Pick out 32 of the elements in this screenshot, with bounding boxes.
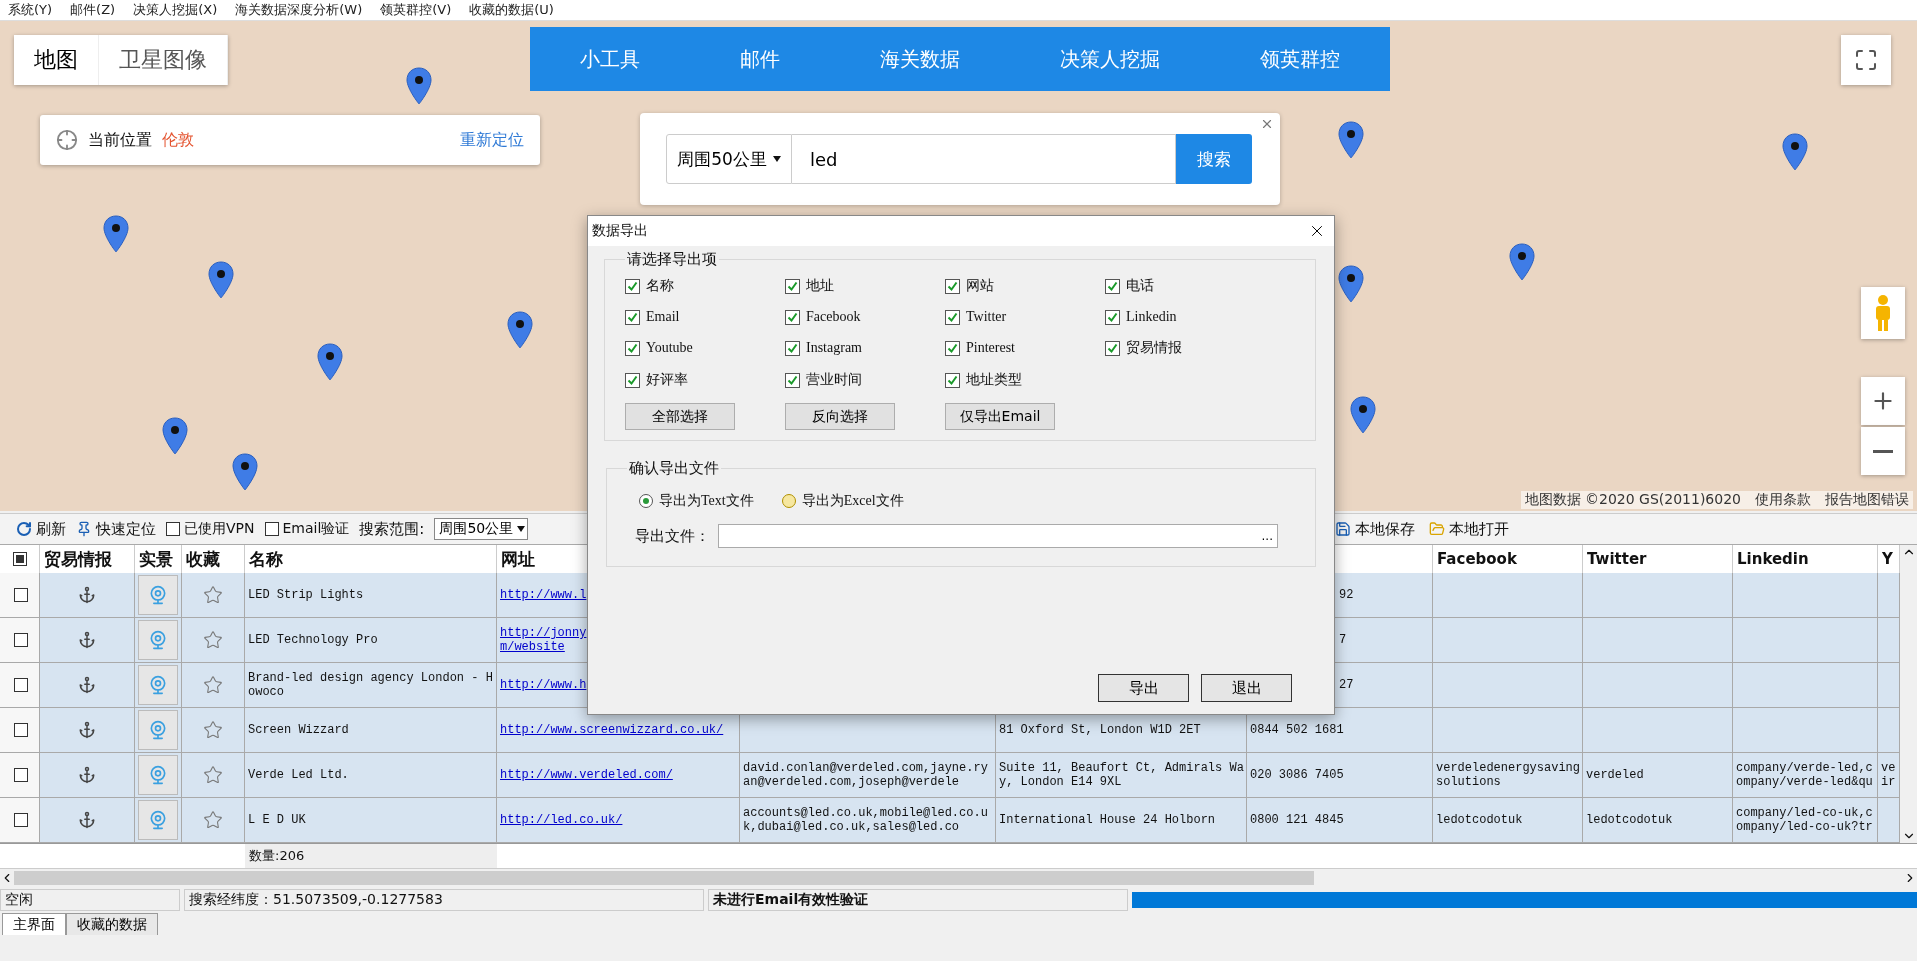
location-city: 伦敦 [162,129,195,151]
table-cell: Suite 11, Beaufort Ct, Admirals Way, London E14 9XL [996,753,1247,798]
map-attribution: 地图数据 ©2020 GS(2011)6020 [1524,491,1741,509]
table-cell: accounts@led.co.uk,mobile@led.co.uk,dubai@led.co.uk,sales@led.co [740,798,996,843]
table-cell: International House 24 Holborn [996,798,1247,843]
location-label: 当前位置 [88,129,152,151]
group-title: 确认导出文件 [628,459,720,478]
table-cell: company/led-co-uk,company/led-co-uk?tr [1733,798,1878,843]
table-cell: company/verde-led,company/verde-led&qu [1733,753,1878,798]
dialog-title: 数据导出 [592,222,648,240]
table-cell: ledotcodotuk [1433,798,1583,843]
table-cell: LED Technology Pro [245,618,497,663]
table-cell: verdeledenergysavingsolutions [1433,753,1583,798]
group-title: 请选择导出项 [626,250,718,269]
row-count: 数量:206 [245,844,497,868]
status-email-check: 未进行Email有效性验证 [708,889,1128,911]
table-cell: 020 3086 7405 [1247,753,1433,798]
range-label: 搜索范围: [359,519,425,539]
table-cell: LED Strip Lights [245,573,497,618]
table-cell: 0844 502 1681 [1247,708,1433,753]
table-cell: 0800 121 4845 [1247,798,1433,843]
table-cell: ve ir [1878,753,1900,798]
table-cell: Screen Wizzard [245,708,497,753]
status-coordinates: 搜索经纬度：51.5073509,-0.1277583 [184,889,704,911]
table-cell: Verde Led Ltd. [245,753,497,798]
table-cell: verdeled [1583,753,1733,798]
table-cell: Brand-led design agency London - Howoco [245,663,497,708]
table-cell: ledotcodotuk [1583,798,1733,843]
table-cell: david.conlan@verdeled.com,jayne.ryan@verdeled.com,joseph@verdele [740,753,996,798]
file-label: 导出文件： [635,526,710,546]
status-text: 空闲 [0,889,180,911]
table-cell: L E D UK [245,798,497,843]
